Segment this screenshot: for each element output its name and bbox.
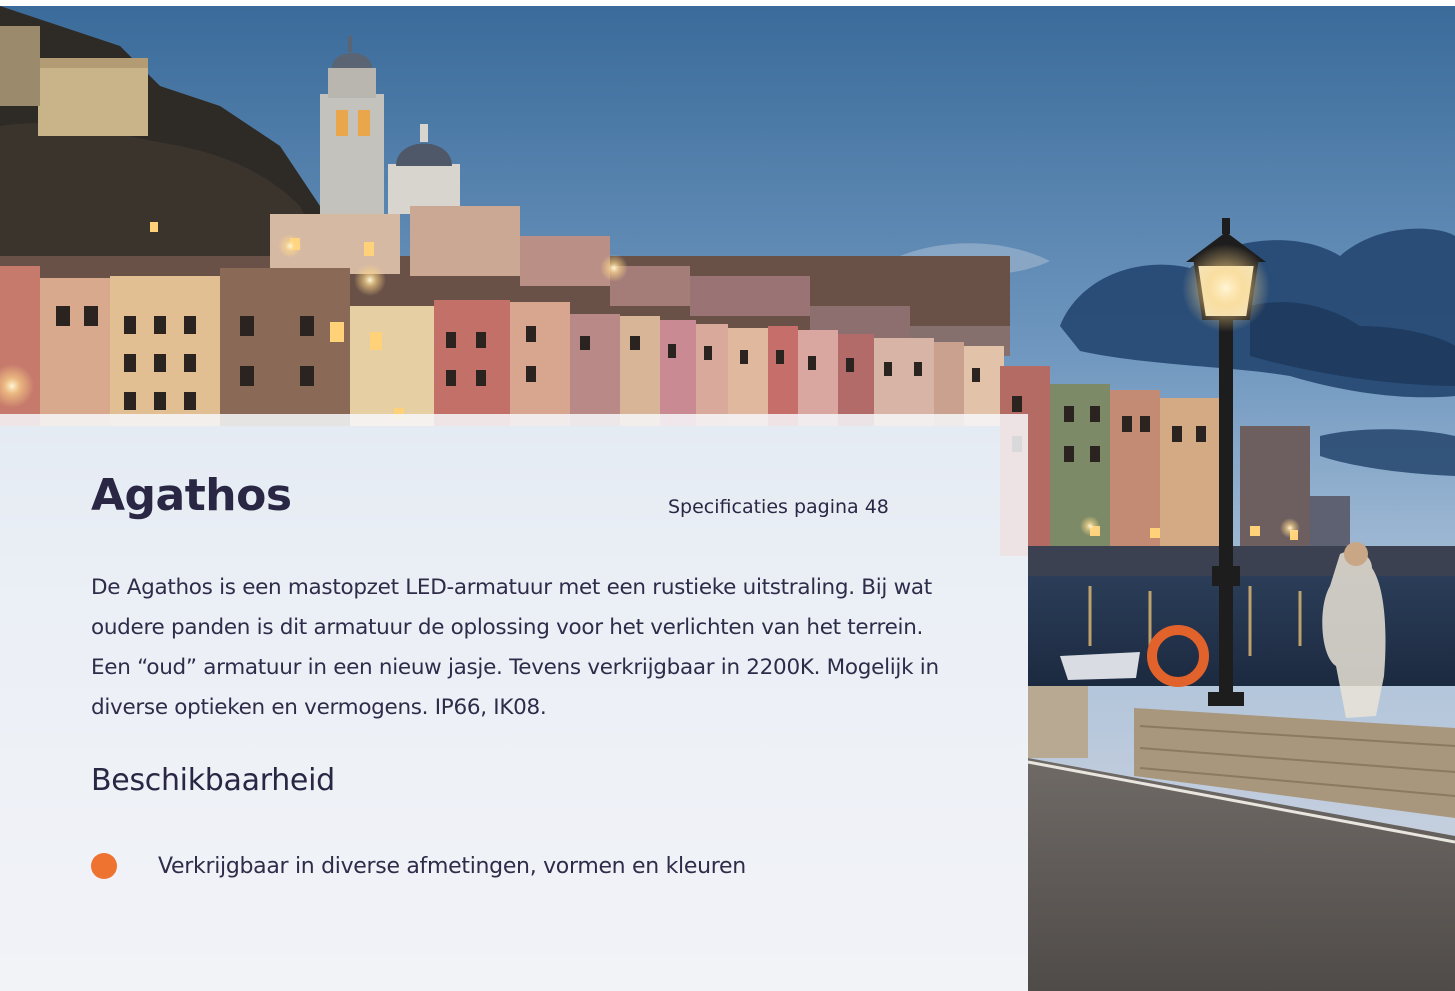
product-title: Agathos (91, 470, 292, 521)
list-item: Verkrijgbaar in diverse afmetingen, vorm… (91, 848, 746, 884)
spec-reference: Specificaties pagina 48 (668, 496, 889, 518)
availability-list: Verkrijgbaar in diverse afmetingen, vorm… (91, 848, 746, 884)
availability-item-text: Verkrijgbaar in diverse afmetingen, vorm… (158, 853, 746, 879)
brochure-page: Agathos Specificaties pagina 48 De Agath… (0, 0, 1455, 991)
availability-heading: Beschikbaarheid (91, 763, 335, 798)
bullet-dot-icon (91, 853, 117, 879)
product-description: De Agathos is een mastopzet LED-armatuur… (91, 575, 939, 720)
